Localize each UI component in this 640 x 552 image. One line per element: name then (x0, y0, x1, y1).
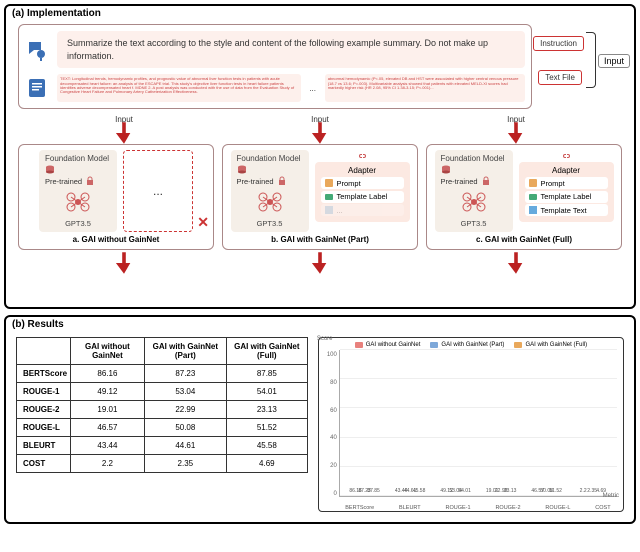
model-c: Foundation Model Pre-trained GPT3.5 Adap… (426, 144, 622, 250)
models-row: Foundation Model Pre-trained GPT3.5 ... … (18, 144, 622, 250)
empty-adapter-placeholder: ... (123, 150, 193, 232)
caption-c: c. GAI with GainNet (Full) (432, 235, 616, 244)
panel-a-title: (a) Implementation (12, 8, 101, 19)
instruction-row: Summarize the text according to the styl… (25, 31, 525, 68)
text-chunk-dots: ... (305, 74, 321, 102)
arrow-down-icon (115, 252, 133, 274)
text-chunk-2: abnormal hemodynamic (P<.05, elevated DB… (325, 74, 525, 102)
y-axis: 100806040200 (325, 350, 339, 509)
input-label: Input (598, 54, 630, 68)
db-icon (237, 165, 247, 175)
caption-a: a. GAI without GainNet (24, 235, 208, 244)
arrows-models-to-results (26, 252, 614, 274)
document-icon (25, 76, 49, 100)
swatch-c (514, 342, 522, 348)
table-row: ROUGE-219.0122.9923.13 (17, 401, 308, 419)
textfile-row: TEXT: Longitudinal trends, hemodynamic p… (25, 74, 525, 102)
results-table: GAI without GainNetGAI with GainNet (Par… (16, 337, 308, 512)
link-icon (357, 151, 367, 161)
panel-results: (b) Results GAI without GainNetGAI with … (4, 315, 636, 524)
x-axis-labels: BERTScoreBLEURTROUGE-1ROUGE-2ROUGE-LCOST (333, 505, 623, 511)
textfile-content: TEXT: Longitudinal trends, hemodynamic p… (57, 74, 525, 102)
results-chart: GAI without GainNet GAI with GainNet (Pa… (318, 337, 624, 512)
foundation-model-c: Foundation Model Pre-trained GPT3.5 (435, 150, 513, 232)
db-icon (45, 165, 55, 175)
instruction-label: Instruction (533, 36, 584, 51)
table-header: GAI with GainNet (Part) (144, 338, 226, 365)
link-icon (561, 151, 571, 161)
caption-b: b. GAI with GainNet (Part) (228, 235, 412, 244)
bars-area: 86.1687.2387.8543.4444.6145.5849.1253.04… (340, 350, 617, 496)
arrow-3: Input (507, 115, 525, 144)
arrow-2: Input (311, 115, 329, 144)
table-header (17, 338, 71, 365)
swatch-b (430, 342, 438, 348)
arrow-1: Input (115, 115, 133, 144)
adapter-c: Adapter Prompt Template Label Template T… (519, 162, 614, 222)
x-axis-title: Metric (603, 493, 619, 499)
model-a: Foundation Model Pre-trained GPT3.5 ... … (18, 144, 214, 250)
arrow-down-icon (311, 252, 329, 274)
lock-icon (277, 176, 287, 186)
table-row: COST2.22.354.69 (17, 455, 308, 473)
text-chunk-1: TEXT: Longitudinal trends, hemodynamic p… (57, 74, 301, 102)
input-composite: Summarize the text according to the styl… (10, 24, 540, 109)
plot-area: 86.1687.2387.8543.4444.6145.5849.1253.04… (339, 350, 617, 497)
table-row: BLEURT43.4444.6145.58 (17, 437, 308, 455)
lock-icon (481, 176, 491, 186)
arrow-down-icon (507, 252, 525, 274)
table-header: GAI with GainNet (Full) (226, 338, 307, 365)
instruction-label-box: Instruction (533, 36, 584, 51)
textfile-label: Text File (538, 70, 582, 85)
lock-icon (85, 176, 95, 186)
arrow-down-icon (115, 122, 133, 144)
arrows-input-to-models: Input Input Input (26, 115, 614, 144)
prompt-icon (324, 178, 334, 188)
model-b: Foundation Model Pre-trained GPT3.5 Adap… (222, 144, 418, 250)
adapter-b: Adapter Prompt Template Label ... (315, 162, 410, 222)
prompt-icon (528, 178, 538, 188)
textfile-label-box: Text File (538, 70, 582, 85)
swatch-a (355, 342, 363, 348)
label-icon (528, 192, 538, 202)
text-icon (324, 205, 334, 215)
brain-icon (61, 187, 95, 215)
table-row: BERTScore86.1687.2387.85 (17, 365, 308, 383)
table-header: GAI without GainNet (71, 338, 145, 365)
panel-implementation: (a) Implementation Summarize the text ac… (4, 4, 636, 309)
arrow-down-icon (311, 122, 329, 144)
arrow-down-icon (507, 122, 525, 144)
bracket-icon (586, 32, 596, 88)
db-icon (441, 165, 451, 175)
table-row: ROUGE-149.1253.0454.01 (17, 383, 308, 401)
table-row: ROUGE-L46.5750.0851.52 (17, 419, 308, 437)
brain-icon (253, 187, 287, 215)
brain-icon (457, 187, 491, 215)
text-icon (528, 205, 538, 215)
input-box: Summarize the text according to the styl… (18, 24, 532, 109)
instruction-text: Summarize the text according to the styl… (57, 31, 525, 68)
y-axis-label: Score (317, 336, 333, 342)
x-mark-icon: ✕ (197, 214, 209, 231)
chat-icon (25, 38, 49, 62)
foundation-model-a: Foundation Model Pre-trained GPT3.5 (39, 150, 117, 232)
panel-b-title: (b) Results (12, 319, 64, 330)
label-icon (324, 192, 334, 202)
chart-legend: GAI without GainNet GAI with GainNet (Pa… (325, 342, 617, 348)
foundation-model-b: Foundation Model Pre-trained GPT3.5 (231, 150, 309, 232)
